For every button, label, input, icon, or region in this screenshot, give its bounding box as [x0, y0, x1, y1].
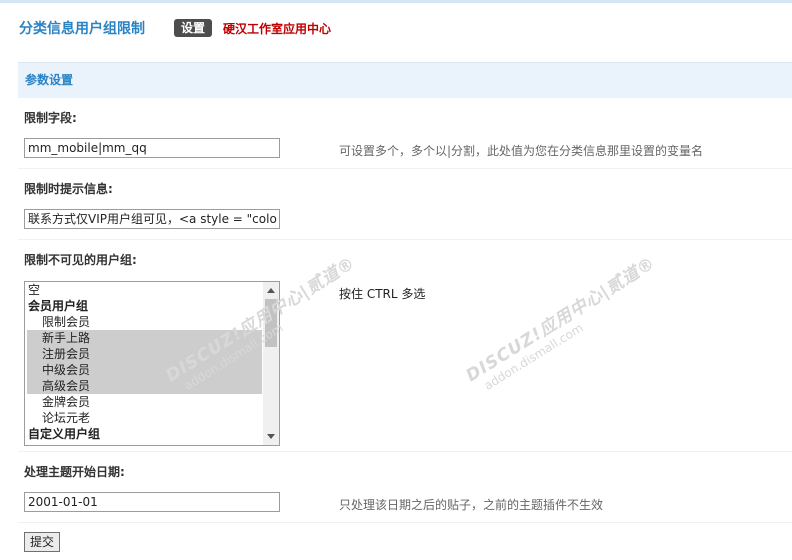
user-group-option[interactable]: 高级会员: [27, 378, 262, 394]
page-header: 分类信息用户组限制 设置 硬汉工作室应用中心: [0, 18, 792, 40]
scroll-up-icon[interactable]: [267, 288, 275, 293]
limit-message-input[interactable]: 联系方式仅VIP用户组可见，<a style = "colo: [24, 209, 280, 229]
user-group-option[interactable]: 空: [25, 282, 262, 298]
limit-field-hint: 可设置多个，多个以|分割，此处值为您在分类信息那里设置的变量名: [339, 144, 704, 158]
user-group-multiselect[interactable]: 空会员用户组 限制会员 新手上路 注册会员 中级会员 高级会员 金牌会员 论坛元老 自定义用户组: [24, 281, 280, 446]
multiselect-hint: 按住 CTRL 多选: [339, 287, 426, 301]
start-date-input[interactable]: 2001-01-01: [24, 492, 280, 512]
option-group-label: 会员用户组: [28, 299, 89, 313]
studio-link[interactable]: 硬汉工作室应用中心: [223, 18, 331, 40]
page-title: 分类信息用户组限制: [19, 21, 145, 37]
section-header: 参数设置: [18, 62, 792, 98]
section-title: 参数设置: [25, 73, 74, 87]
limit-field-input[interactable]: mm_mobile|mm_qq: [24, 138, 280, 158]
settings-badge[interactable]: 设置: [174, 19, 213, 37]
limit-field-label: 限制字段:: [24, 111, 77, 125]
watermark-brand: DISCUZ!应用中心|贰道®: [462, 253, 660, 387]
user-group-option[interactable]: 新手上路: [27, 330, 262, 346]
limit-message-label: 限制时提示信息:: [24, 182, 113, 196]
option-group-label: 自定义用户组: [28, 427, 101, 441]
top-border: [0, 0, 792, 3]
scroll-down-icon[interactable]: [267, 434, 275, 439]
hidden-groups-label: 限制不可见的用户组:: [24, 253, 137, 267]
divider: [18, 168, 792, 169]
user-group-option[interactable]: 注册会员: [27, 346, 262, 362]
user-group-option[interactable]: 论坛元老: [25, 410, 262, 426]
start-date-hint: 只处理该日期之后的贴子，之前的主题插件不生效: [339, 498, 604, 512]
user-group-option[interactable]: 限制会员: [25, 314, 262, 330]
submit-button[interactable]: 提交: [24, 532, 61, 552]
scroll-thumb[interactable]: [265, 299, 277, 347]
divider: [18, 239, 792, 240]
divider: [18, 522, 792, 523]
listbox-scrollbar[interactable]: [263, 282, 279, 445]
watermark-url: addon.dismall.com: [481, 320, 586, 393]
start-date-label: 处理主题开始日期:: [24, 465, 125, 479]
user-group-options: 空会员用户组 限制会员 新手上路 注册会员 中级会员 高级会员 金牌会员 论坛元老 自定义用户组: [25, 282, 279, 442]
watermark: DISCUZ!应用中心|贰道® addon.dismall.com: [460, 243, 692, 424]
user-group-option[interactable]: 金牌会员: [25, 394, 262, 410]
user-group-option[interactable]: 中级会员: [27, 362, 262, 378]
divider: [18, 451, 792, 452]
